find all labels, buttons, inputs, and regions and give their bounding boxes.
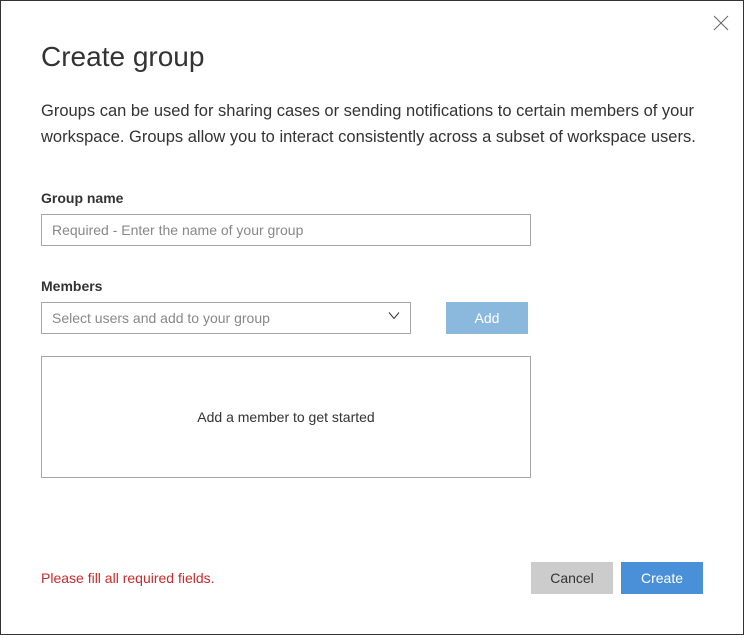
- members-select[interactable]: Select users and add to your group: [41, 302, 411, 334]
- group-name-label: Group name: [41, 190, 703, 206]
- create-button[interactable]: Create: [621, 562, 703, 594]
- members-select-placeholder: Select users and add to your group: [52, 310, 270, 326]
- members-empty-box: Add a member to get started: [41, 356, 531, 478]
- error-message: Please fill all required fields.: [41, 570, 215, 586]
- members-empty-message: Add a member to get started: [197, 409, 374, 425]
- cancel-button[interactable]: Cancel: [531, 562, 613, 594]
- dialog-description: Groups can be used for sharing cases or …: [41, 99, 703, 150]
- members-label: Members: [41, 278, 703, 294]
- add-button[interactable]: Add: [446, 302, 528, 334]
- dialog-title: Create group: [41, 41, 703, 73]
- group-name-input[interactable]: [41, 214, 531, 246]
- close-icon[interactable]: [713, 15, 729, 31]
